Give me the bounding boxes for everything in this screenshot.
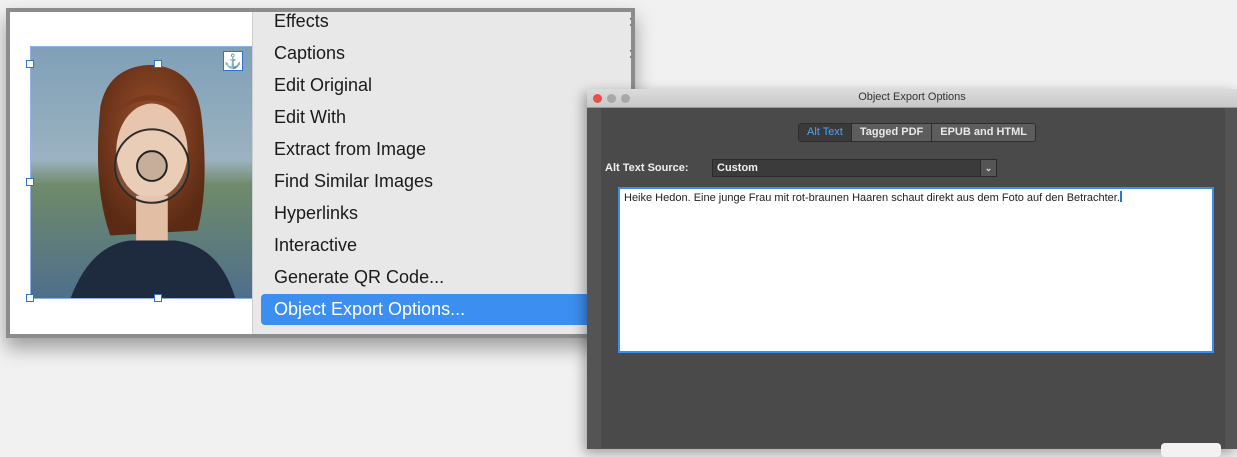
menu-item-captions[interactable]: Captions › xyxy=(261,38,635,69)
context-menu: Effects › Captions › Edit Original Edit With›… xyxy=(252,11,635,334)
alt-text-field[interactable]: Heike Hedon. Eine junge Frau mit rot-bra… xyxy=(618,187,1214,353)
tab-bar: Alt Text Tagged PDF EPUB and HTML xyxy=(798,123,1037,142)
menu-item-edit-with[interactable]: Edit With› xyxy=(261,102,631,133)
menu-item-label: Hyperlinks xyxy=(274,203,359,223)
menu-item-label: Edit With xyxy=(274,107,347,127)
alt-text-source-label: Alt Text Source: xyxy=(605,162,689,174)
dialog-body: Alt Text Tagged PDF EPUB and HTML Alt Te… xyxy=(601,108,1225,457)
menu-item-extract-from-image[interactable]: Extract from Image› xyxy=(261,134,631,165)
alt-text-content: Heike Hedon. Eine junge Frau mit rot-bra… xyxy=(624,192,1120,204)
alt-text-source-select[interactable]: Custom ⌄ xyxy=(712,159,997,177)
menu-item-label: Captions xyxy=(274,43,346,63)
resize-handle[interactable] xyxy=(26,60,34,68)
resize-handle[interactable] xyxy=(154,60,162,68)
menu-item-label: Interactive xyxy=(274,235,358,255)
tab-tagged-pdf[interactable]: Tagged PDF xyxy=(851,124,933,141)
dialog-button[interactable] xyxy=(1161,443,1221,457)
menu-item-label: Object Export Options... xyxy=(274,299,466,319)
chevron-down-icon[interactable]: ⌄ xyxy=(980,160,996,176)
image-frame[interactable] xyxy=(30,46,256,299)
text-cursor xyxy=(1119,191,1122,202)
menu-item-effects[interactable]: Effects › xyxy=(261,11,635,37)
menu-item-generate-qr-code[interactable]: Generate QR Code... xyxy=(261,262,631,293)
document-window: ⚓ Effects › Captions › Edit Original Edit Wit… xyxy=(6,8,635,338)
object-export-options-dialog: Object Export Options Alt Text Tagged PD… xyxy=(587,89,1237,457)
chevron-right-icon: › xyxy=(629,11,635,31)
portrait-photo xyxy=(31,47,255,298)
dialog-titlebar[interactable]: Object Export Options xyxy=(587,89,1237,108)
chevron-right-icon: › xyxy=(629,43,635,63)
tab-epub-and-html[interactable]: EPUB and HTML xyxy=(932,124,1036,141)
resize-handle[interactable] xyxy=(154,294,162,302)
menu-item-hyperlinks[interactable]: Hyperlinks› xyxy=(261,198,631,229)
resize-handle[interactable] xyxy=(26,294,34,302)
menu-item-edit-original[interactable]: Edit Original xyxy=(261,70,631,101)
anchor-icon[interactable]: ⚓ xyxy=(223,51,243,71)
dialog-title: Object Export Options xyxy=(858,91,966,103)
menu-item-label: Edit Original xyxy=(274,75,373,95)
tab-alt-text[interactable]: Alt Text xyxy=(799,124,852,141)
menu-item-find-similar-images[interactable]: Find Similar Images xyxy=(261,166,631,197)
menu-item-label: Generate QR Code... xyxy=(274,267,445,287)
alt-text-source-value: Custom xyxy=(717,162,758,174)
resize-handle[interactable] xyxy=(26,178,34,186)
menu-item-label: Find Similar Images xyxy=(274,171,434,191)
menu-item-label: Extract from Image xyxy=(274,139,427,159)
menu-item-interactive[interactable]: Interactive› xyxy=(261,230,631,261)
menu-item-label: Effects xyxy=(274,11,329,31)
menu-item-object-export-options[interactable]: Object Export Options... xyxy=(261,294,631,325)
